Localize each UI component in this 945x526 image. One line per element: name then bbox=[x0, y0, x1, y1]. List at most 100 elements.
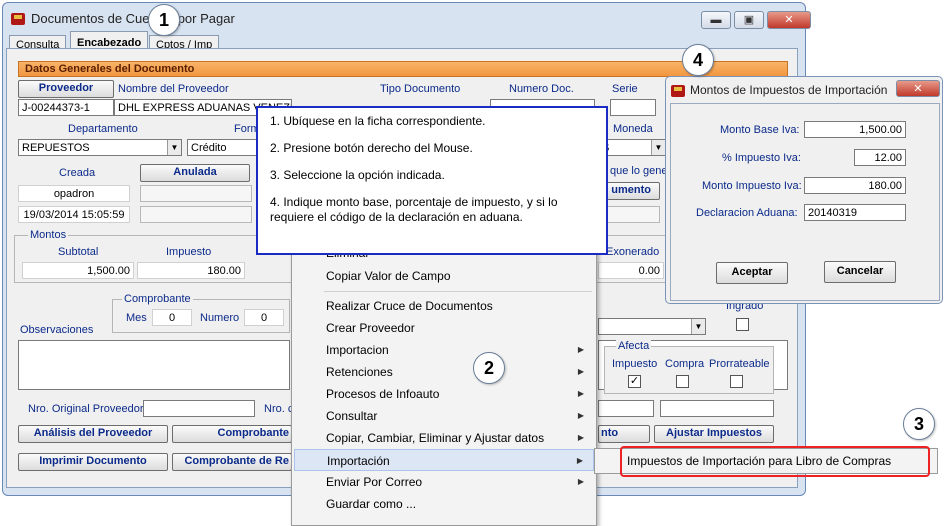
pct-impuesto-field[interactable]: 12.00 bbox=[854, 149, 906, 166]
declaracion-label: Declaracion Aduana: bbox=[696, 207, 798, 219]
dialog-close-button[interactable]: ✕ bbox=[896, 80, 940, 97]
departamento-label: Departamento bbox=[68, 123, 138, 135]
extra-field-1[interactable] bbox=[598, 400, 654, 417]
instruction-4: 4. Indique monto base, porcentaje de imp… bbox=[270, 195, 558, 224]
callout-2: 2 bbox=[473, 352, 505, 384]
anulada-date-field bbox=[140, 206, 252, 223]
instruction-1: 1. Ubíquese en la ficha correspondiente. bbox=[270, 114, 486, 128]
menu-item-cruce-documentos[interactable]: Realizar Cruce de Documentos bbox=[294, 295, 594, 317]
observaciones-label: Observaciones bbox=[20, 324, 94, 336]
chevron-down-icon[interactable]: ▼ bbox=[651, 140, 665, 155]
menu-item-enviar-correo[interactable]: Enviar Por Correo ▶ bbox=[294, 471, 594, 493]
afecta-label: Afecta bbox=[616, 340, 652, 352]
instruction-2: 2. Presione botón derecho del Mouse. bbox=[270, 141, 473, 155]
impuesto-field: 180.00 bbox=[137, 262, 245, 279]
numero-field: 0 bbox=[244, 309, 284, 326]
afecta-prorrateable-label: Prorrateable bbox=[709, 358, 770, 370]
menu-item-copiar-valor[interactable]: Copiar Valor de Campo bbox=[294, 265, 594, 287]
chevron-right-icon: ▶ bbox=[576, 456, 583, 465]
moneda-select[interactable]: S ▼ bbox=[598, 139, 666, 156]
numero-label: Numero bbox=[200, 312, 240, 324]
aceptar-button[interactable]: Aceptar bbox=[716, 262, 788, 284]
que-lo-gen-label: que lo gene bbox=[610, 165, 668, 177]
chevron-right-icon: ▶ bbox=[577, 389, 584, 398]
creada-label: Creada bbox=[59, 167, 96, 179]
anulada-button[interactable]: Anulada bbox=[140, 164, 250, 182]
menu-item-retenciones[interactable]: Retenciones ▶ bbox=[294, 361, 594, 383]
callout-3: 3 bbox=[903, 408, 935, 440]
app-icon bbox=[671, 85, 685, 97]
tipo-documento-label: Tipo Documento bbox=[380, 83, 461, 95]
chevron-right-icon: ▶ bbox=[577, 345, 584, 354]
import-tax-dialog: Montos de Impuestos de Importación ✕ Mon… bbox=[665, 76, 943, 304]
monto-impuesto-label: Monto Impuesto Iva: bbox=[702, 180, 802, 192]
menu-item-copiar-cambiar[interactable]: Copiar, Cambiar, Eliminar y Ajustar dato… bbox=[294, 427, 594, 449]
mes-field: 0 bbox=[152, 309, 192, 326]
callout-1: 1 bbox=[148, 4, 180, 36]
extra-field-2[interactable] bbox=[660, 400, 774, 417]
dialog-title: Montos de Impuestos de Importación bbox=[690, 83, 888, 97]
chevron-down-icon[interactable]: ▼ bbox=[167, 140, 181, 155]
chevron-right-icon: ▶ bbox=[577, 477, 584, 486]
monto-impuesto-field[interactable]: 180.00 bbox=[804, 177, 906, 194]
comprobante-button[interactable]: Comprobante bbox=[172, 425, 292, 443]
minimize-button[interactable]: ▬ bbox=[701, 11, 731, 29]
monto-base-label: Monto Base Iva: bbox=[720, 124, 800, 136]
menu-item-crear-proveedor[interactable]: Crear Proveedor bbox=[294, 317, 594, 339]
subtotal-field: 1,500.00 bbox=[22, 262, 134, 279]
afecta-impuesto-label: Impuesto bbox=[612, 358, 658, 370]
afecta-compra-checkbox[interactable] bbox=[676, 375, 689, 388]
proveedor-button[interactable]: Proveedor bbox=[18, 80, 114, 98]
menu-item-consultar[interactable]: Consultar ▶ bbox=[294, 405, 594, 427]
exonerado-field: 0.00 bbox=[598, 262, 664, 279]
chevron-down-icon[interactable]: ▼ bbox=[691, 319, 705, 334]
context-menu: Eliminar Copiar Valor de Campo Realizar … bbox=[291, 245, 597, 526]
afecta-impuesto-checkbox[interactable]: ✓ bbox=[628, 375, 641, 388]
chevron-right-icon: ▶ bbox=[577, 367, 584, 376]
afecta-prorrateable-checkbox[interactable] bbox=[730, 375, 743, 388]
callout-4: 4 bbox=[682, 44, 714, 76]
ajustar-impuestos-button[interactable]: Ajustar Impuestos bbox=[654, 425, 774, 443]
instruction-3: 3. Seleccione la opción indicada. bbox=[270, 168, 445, 182]
title-bar: Documentos de Cuentas por Pagar ▬ ▣ ✕ bbox=[3, 3, 811, 33]
declaracion-field[interactable]: 20140319 bbox=[804, 204, 906, 221]
menu-item-importacion[interactable]: Importacion ▶ bbox=[294, 339, 594, 361]
tipo-select[interactable]: ▼ bbox=[598, 318, 706, 335]
serie-field[interactable] bbox=[610, 99, 656, 116]
instructions-note: 1. Ubíquese en la ficha correspondiente.… bbox=[256, 106, 608, 255]
forma-select[interactable]: Crédito bbox=[187, 139, 257, 156]
impuesto-label: Impuesto bbox=[166, 246, 212, 258]
menu-item-infoauto[interactable]: Procesos de Infoauto ▶ bbox=[294, 383, 594, 405]
documento-bottom-button[interactable]: nto bbox=[598, 425, 650, 443]
monto-base-field[interactable]: 1,500.00 bbox=[804, 121, 906, 138]
chevron-right-icon: ▶ bbox=[577, 433, 584, 442]
observaciones-field[interactable] bbox=[18, 340, 290, 390]
cancelar-button[interactable]: Cancelar bbox=[824, 261, 896, 283]
analisis-proveedor-button[interactable]: Análisis del Proveedor bbox=[18, 425, 168, 443]
serie-label: Serie bbox=[612, 83, 638, 95]
chevron-right-icon: ▶ bbox=[577, 411, 584, 420]
moneda-label: Moneda bbox=[613, 123, 653, 135]
departamento-select[interactable]: REPUESTOS ▼ bbox=[18, 139, 182, 156]
highlight-box bbox=[620, 446, 930, 477]
nro-original-field[interactable] bbox=[143, 400, 255, 417]
ingrado-checkbox[interactable] bbox=[736, 318, 749, 331]
documento-button[interactable]: umento bbox=[600, 182, 660, 200]
imprimir-documento-button[interactable]: Imprimir Documento bbox=[18, 453, 168, 471]
proveedor-name-label: Nombre del Proveedor bbox=[118, 83, 229, 95]
comprobante-retencion-button[interactable]: Comprobante de Re bbox=[172, 453, 292, 471]
menu-item-guardar-como[interactable]: Guardar como ... bbox=[294, 493, 594, 515]
mes-label: Mes bbox=[126, 312, 147, 324]
comprobante-label: Comprobante bbox=[122, 293, 193, 305]
anulada-user-field bbox=[140, 185, 252, 202]
menu-item-importacion-acc[interactable]: Importación ▶ bbox=[294, 449, 594, 471]
gen-field bbox=[600, 206, 660, 223]
usuario-field: opadron bbox=[18, 185, 130, 202]
maximize-button[interactable]: ▣ bbox=[734, 11, 764, 29]
montos-label: Montos bbox=[28, 229, 69, 241]
departamento-value: REPUESTOS bbox=[22, 142, 90, 154]
section-header: Datos Generales del Documento bbox=[18, 61, 788, 77]
close-button[interactable]: ✕ bbox=[767, 11, 811, 29]
fecha-field: 19/03/2014 15:05:59 bbox=[18, 206, 130, 223]
proveedor-code-field[interactable]: J-00244373-1 bbox=[18, 99, 114, 116]
